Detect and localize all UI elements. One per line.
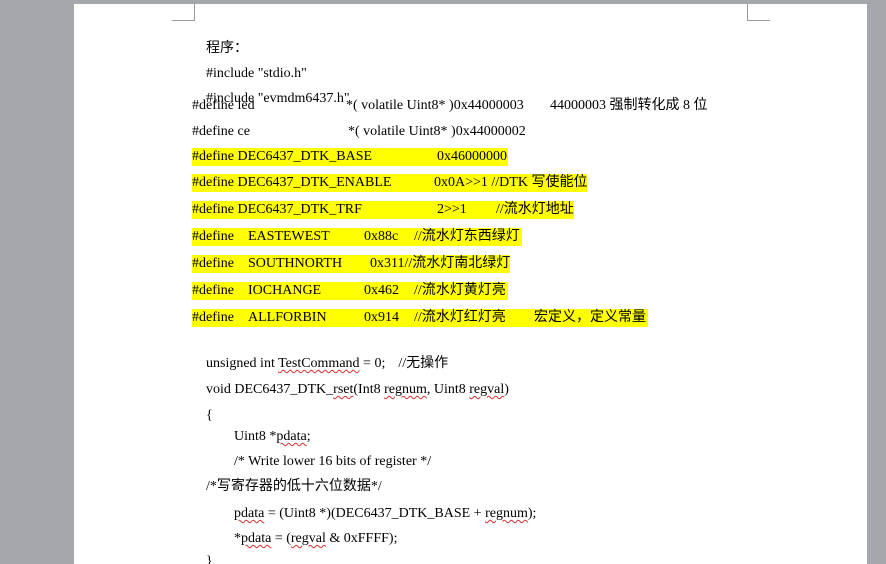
code-line: void DEC6437_DTK_rset(Int8 regnum, Uint8… <box>192 363 509 397</box>
line-part: //流水灯黄灯亮 <box>414 283 506 298</box>
line-part: 0x0A>>1 //DTK 写使能位 <box>434 175 588 190</box>
code-line-highlighted: #define DEC6437_DTK_TRF 2>>1 //流水灯地址 <box>192 201 574 219</box>
line-part: 2>>1 <box>437 202 467 217</box>
code-line: /* Write lower 16 bits of register */ <box>220 435 431 469</box>
line-part: #define <box>192 229 234 244</box>
code-line: } <box>192 535 213 564</box>
line-part: , Uint8 <box>426 382 470 397</box>
line-part: 0x311//流水灯南北绿灯 <box>370 256 511 271</box>
code-line-highlighted: #define ALLFORBIN 0x914 //流水灯红灯亮 宏定义，定义常… <box>192 309 648 327</box>
code-line: Uint8 *pdata; <box>220 410 311 444</box>
spellcheck-word: regnum <box>384 382 427 397</box>
code-line: /*写寄存器的低十六位数据*/ <box>192 460 382 494</box>
line-part: //流水灯红灯亮 <box>414 310 506 325</box>
line-part: #define DEC6437_DTK_BASE <box>192 149 373 164</box>
line-part: = ( <box>271 531 291 546</box>
code-line: { <box>192 389 213 423</box>
code-line: pdata = (Uint8 *)(DEC6437_DTK_BASE + reg… <box>220 487 536 521</box>
line-part: ); <box>527 506 537 521</box>
line-part: 0x46000000 <box>437 149 507 164</box>
top-left-crop-mark <box>172 4 195 21</box>
line-part: & 0xFFFF); <box>325 531 398 546</box>
line-part: 宏定义，定义常量 <box>534 310 646 325</box>
code-line-highlighted: #define DEC6437_DTK_ENABLE 0x0A>>1 //DTK… <box>192 174 587 192</box>
line-part: *( volatile Uint8* )0x44000003 <box>346 98 524 113</box>
code-line-highlighted: #define EASTEWEST 0x88c //流水灯东西绿灯 <box>192 228 522 246</box>
spellcheck-word: regval <box>290 531 326 546</box>
line-part: void DEC6437_DTK_ <box>206 382 334 397</box>
line-part: SOUTHNORTH <box>248 256 343 271</box>
line-part: 0x914 <box>364 310 399 325</box>
spellcheck-word: pdata <box>241 531 272 546</box>
code-line: #include "evmdm6437.h" <box>192 72 350 106</box>
line-part: EASTEWEST <box>248 229 330 244</box>
code-line: 程序： <box>192 22 248 56</box>
spellcheck-word: regval <box>469 382 505 397</box>
line-part: #define DEC6437_DTK_TRF <box>192 202 362 217</box>
line-part: ) <box>504 382 509 397</box>
line-part: #define ce <box>192 124 250 139</box>
code-line-highlighted: #define IOCHANGE 0x462 //流水灯黄灯亮 <box>192 282 508 300</box>
line-part: #define DEC6437_DTK_ENABLE <box>192 175 392 190</box>
top-right-crop-mark <box>747 4 770 21</box>
code-line: #define led *( volatile Uint8* )0x440000… <box>192 97 752 115</box>
line-part: ALLFORBIN <box>248 310 327 325</box>
line-part: * <box>234 531 241 546</box>
code-line-highlighted: #define SOUTHNORTH 0x311//流水灯南北绿灯 <box>192 255 510 273</box>
line-text: { <box>206 408 213 423</box>
line-part: #define <box>192 256 234 271</box>
line-part: #define <box>192 283 234 298</box>
code-line: #define ce *( volatile Uint8* )0x4400000… <box>192 123 592 141</box>
code-line: *pdata = (regval & 0xFFFF); <box>220 512 397 546</box>
line-part: IOCHANGE <box>248 283 322 298</box>
line-part: //流水灯东西绿灯 <box>414 229 520 244</box>
spellcheck-word: regnum <box>485 506 528 521</box>
line-part: #define <box>192 310 234 325</box>
spellcheck-word: rset <box>333 382 354 397</box>
document-page: 程序： #include "stdio.h" #include "evmdm64… <box>74 4 867 564</box>
code-line-highlighted: #define DEC6437_DTK_BASE 0x46000000 <box>192 148 508 166</box>
line-part: #define led <box>192 98 255 113</box>
line-part: (Int8 <box>353 382 385 397</box>
line-part: //流水灯地址 <box>496 202 574 217</box>
line-part: *( volatile Uint8* )0x44000002 <box>348 124 526 139</box>
code-line: #include "stdio.h" <box>192 47 307 81</box>
line-text: } <box>206 554 213 564</box>
code-line: unsigned int TestCommand = 0;//无操作 <box>192 337 492 371</box>
line-part: 0x88c <box>364 229 399 244</box>
line-part: 0x462 <box>364 283 399 298</box>
line-part: 44000003 强制转化成 8 位 <box>550 98 708 113</box>
